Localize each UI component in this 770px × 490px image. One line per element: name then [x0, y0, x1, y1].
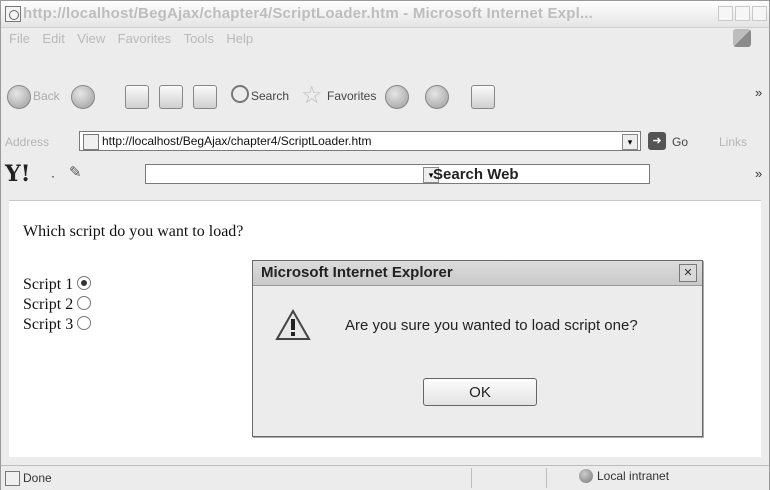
- go-arrow-icon[interactable]: ➜: [648, 132, 666, 150]
- address-bar: Address http://localhost/BegAjax/chapter…: [1, 129, 769, 155]
- page-status-icon: [5, 471, 20, 486]
- favorites-star-icon[interactable]: ☆: [301, 81, 323, 110]
- search-button-label[interactable]: Search: [251, 89, 289, 103]
- address-input[interactable]: http://localhost/BegAjax/chapter4/Script…: [79, 131, 641, 151]
- close-button[interactable]: [752, 6, 767, 21]
- menu-edit[interactable]: Edit: [42, 31, 64, 46]
- radio-button[interactable]: [77, 296, 92, 310]
- title-bar: http://localhost/BegAjax/chapter4/Script…: [1, 1, 769, 28]
- dialog-title-bar: Microsoft Internet Explorer ✕: [253, 261, 702, 286]
- radio-label: Script 1: [23, 276, 74, 293]
- windows-logo-icon: [733, 29, 751, 47]
- search-icon[interactable]: [231, 85, 249, 103]
- radio-label: Script 3: [23, 316, 74, 333]
- mail-icon[interactable]: [425, 85, 449, 109]
- status-divider: [546, 468, 547, 488]
- alert-dialog: Microsoft Internet Explorer ✕ Are you su…: [252, 260, 703, 437]
- warning-icon: [275, 308, 311, 346]
- security-zone: Local intranet: [579, 469, 669, 483]
- chevron-more-icon[interactable]: »: [755, 85, 762, 100]
- favorites-button-label[interactable]: Favorites: [327, 89, 376, 103]
- menu-tools[interactable]: Tools: [184, 31, 214, 46]
- radio-button[interactable]: [77, 276, 92, 290]
- yahoo-search-input[interactable]: ▾: [145, 164, 650, 184]
- dialog-title: Microsoft Internet Explorer: [261, 264, 453, 281]
- radio-option-1[interactable]: Script 1: [23, 276, 92, 294]
- refresh-icon[interactable]: [159, 85, 183, 109]
- question-text: Which script do you want to load?: [23, 223, 244, 240]
- yahoo-logo[interactable]: Y!: [5, 161, 30, 187]
- pencil-icon[interactable]: ✎: [69, 163, 82, 181]
- status-bar: Done Local intranet: [1, 465, 769, 490]
- radio-button[interactable]: [77, 316, 92, 330]
- forward-arrow-icon[interactable]: [71, 85, 95, 109]
- ok-button[interactable]: OK: [423, 378, 537, 406]
- maximize-button[interactable]: [735, 6, 750, 21]
- status-text: Done: [23, 471, 52, 485]
- go-button[interactable]: Go: [672, 135, 688, 149]
- back-arrow-icon[interactable]: [7, 85, 31, 109]
- radio-label: Script 2: [23, 296, 74, 313]
- back-button-label[interactable]: Back: [33, 89, 60, 103]
- dialog-message: Are you sure you wanted to load script o…: [345, 317, 638, 334]
- intranet-icon: [579, 469, 593, 483]
- menu-help[interactable]: Help: [226, 31, 253, 46]
- dialog-close-button[interactable]: ✕: [679, 264, 697, 282]
- address-dropdown-icon[interactable]: ▾: [622, 134, 638, 150]
- window-title: http://localhost/BegAjax/chapter4/Script…: [23, 5, 594, 22]
- history-icon[interactable]: [385, 85, 409, 109]
- ie-icon: [5, 6, 21, 22]
- window-controls: [716, 6, 767, 26]
- minimize-button[interactable]: [718, 6, 733, 21]
- menu-view[interactable]: View: [77, 31, 105, 46]
- standard-toolbar: Back Search ☆ Favorites »: [1, 75, 769, 119]
- yahoo-toolbar: Y! · ✎ ▾ Search Web »: [1, 161, 769, 187]
- status-divider: [471, 468, 472, 488]
- links-button[interactable]: Links: [719, 135, 747, 149]
- menu-favorites[interactable]: Favorites: [118, 31, 171, 46]
- browser-window: http://localhost/BegAjax/chapter4/Script…: [0, 0, 770, 490]
- address-label: Address: [5, 135, 50, 149]
- address-value: http://localhost/BegAjax/chapter4/Script…: [102, 134, 372, 148]
- page-icon: [83, 134, 99, 150]
- radio-option-2[interactable]: Script 2: [23, 296, 92, 314]
- menu-file[interactable]: File: [9, 31, 30, 46]
- menu-bar: File Edit View Favorites Tools Help: [1, 27, 769, 49]
- search-web-button[interactable]: Search Web: [433, 166, 519, 183]
- radio-option-3[interactable]: Script 3: [23, 316, 92, 334]
- chevron-more-icon[interactable]: »: [755, 166, 762, 181]
- yahoo-menu-dot-icon[interactable]: ·: [51, 169, 55, 183]
- home-icon[interactable]: [193, 85, 217, 109]
- zone-label: Local intranet: [597, 469, 670, 483]
- print-icon[interactable]: [471, 85, 495, 109]
- stop-icon[interactable]: [125, 85, 149, 109]
